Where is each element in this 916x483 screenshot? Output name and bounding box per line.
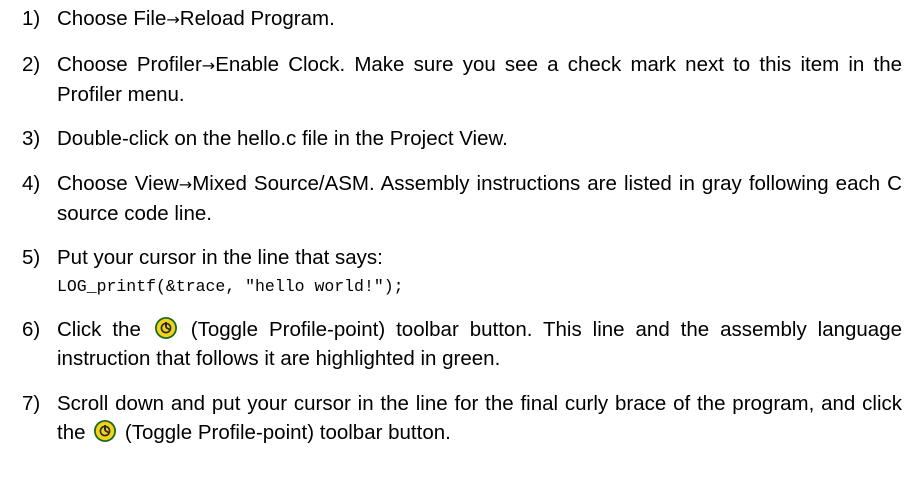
step-number: 1) — [22, 7, 41, 30]
step-number: 3) — [22, 127, 41, 150]
toggle-profile-point-icon — [94, 420, 117, 442]
step-7: 7) Scroll down and put your cursor in th… — [22, 389, 902, 447]
step-text: Double-click on the hello.c file in the … — [57, 127, 508, 150]
step-4: 4) Choose View→Mixed Source/ASM. Assembl… — [22, 169, 902, 228]
step-2: 2) Choose Profiler→Enable Clock. Make su… — [22, 50, 902, 109]
step-text: Scroll down and put your cursor in the l… — [57, 392, 902, 444]
code-snippet: LOG_printf(&trace, "hello world!"); — [57, 277, 404, 296]
step-number: 6) — [22, 318, 41, 341]
step-1: 1) Choose File→Reload Program. — [22, 4, 902, 34]
arrow-icon: → — [201, 56, 216, 75]
step-text: Click the (Toggle Profile-point) toolbar… — [57, 317, 903, 370]
step-text: Put your cursor in the line that says: — [57, 246, 383, 269]
step-6: 6) Click the (Toggle Profile-point) tool… — [22, 315, 902, 373]
step-number: 5) — [22, 246, 41, 269]
arrow-icon: → — [166, 10, 180, 29]
step-number: 2) — [22, 53, 41, 76]
step-text: Choose File→Reload Program. — [57, 7, 335, 30]
step-text: Choose View→Mixed Source/ASM. Assembly i… — [57, 172, 902, 225]
toggle-profile-point-icon — [154, 317, 177, 339]
instruction-steps: 1) Choose File→Reload Program. 2) Choose… — [22, 0, 902, 444]
step-text: Choose Profiler→Enable Clock. Make sure … — [57, 53, 902, 106]
step-3: 3) Double-click on the hello.c file in t… — [22, 124, 902, 153]
step-number: 7) — [22, 392, 41, 415]
step-number: 4) — [22, 172, 41, 195]
step-5: 5) Put your cursor in the line that says… — [22, 243, 902, 301]
arrow-icon: → — [178, 175, 193, 194]
